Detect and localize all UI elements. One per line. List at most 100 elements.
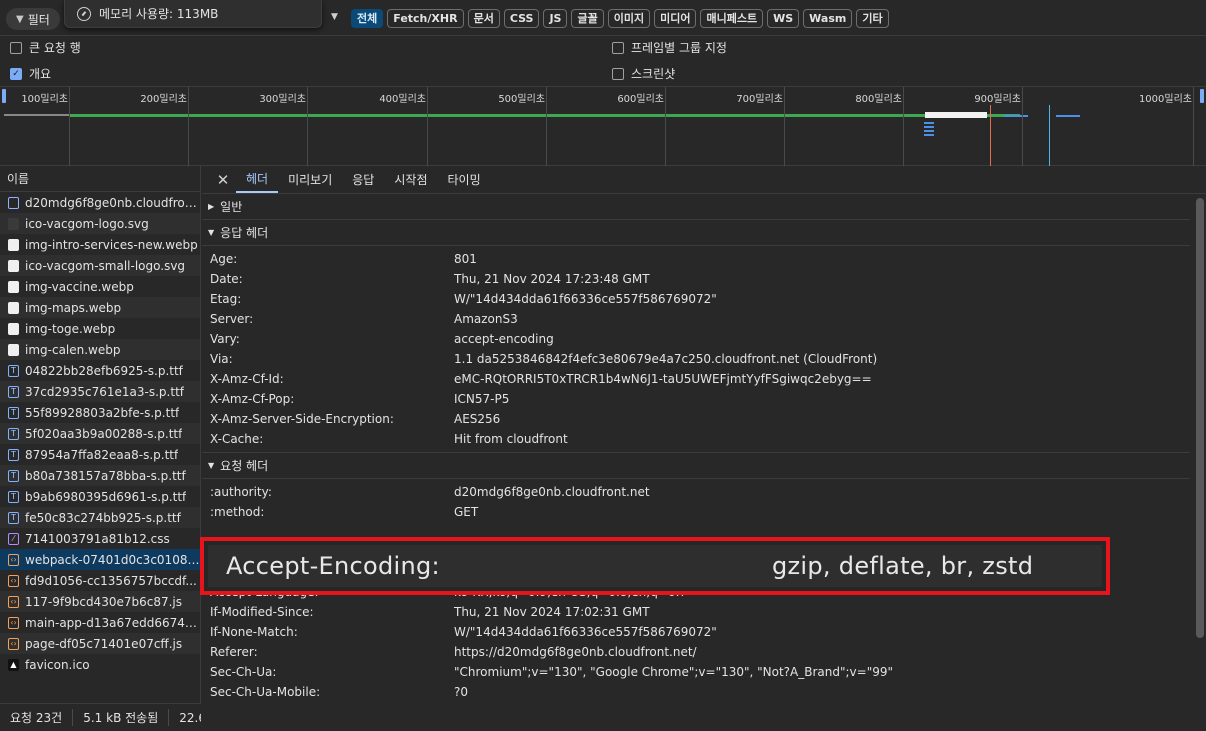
filter-chip[interactable]: Fetch/XHR — [387, 9, 464, 28]
filter-chip[interactable]: 글꼴 — [571, 9, 604, 28]
header-name: :method: — [210, 505, 265, 519]
header-value: AmazonS3 — [454, 312, 518, 326]
request-count: 요청 23건 — [0, 709, 74, 726]
request-row[interactable]: img-toge.webp — [0, 318, 200, 339]
request-row[interactable]: d20mdg6f8ge0nb.cloudfront.net — [0, 192, 200, 213]
filter-chip[interactable]: 기타 — [856, 9, 889, 28]
request-headers-section-header[interactable]: ▼ 요청 헤더 — [202, 453, 1190, 479]
request-row[interactable]: T 87954a7ffa82eaa8-s.p.ttf — [0, 444, 200, 465]
timeline-gridline — [1193, 87, 1194, 167]
filter-toolbar: ▼ 필터 메모리 사용량: 113MB ▼ 전체 Fetch/XHR 문서 CSS JS… — [0, 0, 1206, 36]
request-row[interactable]: img-vaccine.webp — [0, 276, 200, 297]
request-name: 5f020aa3b9a00288-s.p.ttf — [25, 426, 183, 441]
request-name: img-calen.webp — [25, 342, 121, 357]
filter-chip[interactable]: 미디어 — [654, 9, 697, 28]
header-value: 1.1 da5253846842f4efc3e80679e4a7c250.clo… — [454, 352, 878, 366]
large-rows-checkbox[interactable] — [10, 41, 22, 54]
detail-tab[interactable]: 타이밍 — [437, 166, 490, 193]
screenshot-checkbox[interactable] — [612, 67, 624, 80]
css-icon: ⁄ — [8, 532, 19, 545]
request-row[interactable]: T 04822bb28efb6925-s.p.ttf — [0, 360, 200, 381]
memory-usage-popup: 메모리 사용량: 113MB — [64, 0, 322, 28]
detail-tab[interactable]: 미리보기 — [278, 166, 342, 193]
request-row[interactable]: ico-vacgom-small-logo.svg — [0, 255, 200, 276]
overview-left-handle[interactable] — [2, 89, 6, 103]
request-name: b9ab6980395d6961-s.p.ttf — [25, 489, 187, 504]
timeline-gridline — [546, 87, 547, 167]
header-name: Age: — [210, 252, 238, 266]
highlight-header-value: gzip, deflate, br, zstd — [772, 552, 1034, 580]
request-detail-pane: ✕ 헤더 미리보기 응답 시작점 타이밍 ▶ 일반 ▼ 응답 헤더 Age: 801 Dat… — [202, 166, 1206, 731]
overview-option[interactable]: ✓ 개요 — [10, 65, 51, 82]
request-row[interactable]: Tb9ab6980395d6961-s.p.ttf — [0, 486, 200, 507]
network-overview-timeline[interactable]: 100밀리초 200밀리초 300밀리초 400밀리초 500밀리초 600밀리초 700밀… — [0, 86, 1206, 167]
request-name: 04822bb28efb6925-s.p.ttf — [25, 363, 183, 378]
response-headers-section-header[interactable]: ▼ 응답 헤더 — [202, 220, 1190, 246]
request-row[interactable]: ico-vacgom-logo.svg — [0, 213, 200, 234]
request-row[interactable]: ‹› main-app-d13a67edd66740... — [0, 612, 200, 633]
timeline-tick-label: 800밀리초 — [855, 94, 902, 105]
favicon-icon: ▲ — [8, 658, 19, 671]
resource-type-filters: 전체 Fetch/XHR 문서 CSS JS 글꼴 이미지 미디어 매니페스트 WS Wasm 기타 — [351, 9, 889, 28]
request-row[interactable]: T 37cd2935c761e1a3-s.p.ttf — [0, 381, 200, 402]
overview-bar-tail — [1056, 115, 1080, 117]
request-row[interactable]: img-intro-services-new.webp — [0, 234, 200, 255]
overview-right-handle[interactable] — [1200, 89, 1204, 103]
filter-button[interactable]: ▼ 필터 — [6, 8, 60, 30]
group-by-frame-checkbox[interactable] — [612, 41, 624, 54]
request-row[interactable]: ▲ favicon.ico — [0, 654, 200, 675]
request-name: fe50c83c274bb925-s.p.ttf — [25, 510, 181, 525]
request-name: img-maps.webp — [25, 300, 122, 315]
name-column-header[interactable]: 이름 — [0, 166, 200, 192]
large-rows-label: 큰 요청 행 — [29, 41, 81, 55]
group-by-frame-option[interactable]: 프레임별 그룹 지정 — [612, 39, 727, 56]
close-icon[interactable]: ✕ — [210, 166, 236, 193]
filter-chip[interactable]: WS — [767, 9, 800, 28]
screenshot-option[interactable]: 스크린샷 — [612, 65, 675, 82]
request-row[interactable]: img-calen.webp — [0, 339, 200, 360]
header-name: Sec-Ch-Ua: — [210, 665, 277, 679]
chevron-down-icon[interactable]: ▼ — [331, 12, 338, 22]
request-name: 55f89928803a2bfe-s.p.ttf — [25, 405, 180, 420]
request-row[interactable]: img-maps.webp — [0, 297, 200, 318]
request-row[interactable]: ⁄ 7141003791a81b12.css — [0, 528, 200, 549]
filter-chip[interactable]: 매니페스트 — [700, 9, 764, 28]
detail-tab[interactable]: 시작점 — [384, 166, 437, 193]
timeline-tick-label: 1000밀리초 — [1138, 94, 1192, 105]
header-name: If-None-Match: — [210, 625, 298, 639]
request-name: favicon.ico — [25, 657, 90, 672]
request-row[interactable]: ‹› page-df05c71401e07cff.js — [0, 633, 200, 654]
highlight-header-name: Accept-Encoding: — [226, 552, 440, 580]
request-row[interactable]: T 5f020aa3b9a00288-s.p.ttf — [0, 423, 200, 444]
font-icon: T — [8, 364, 19, 377]
general-section-header[interactable]: ▶ 일반 — [202, 194, 1190, 220]
filter-chip[interactable]: JS — [543, 9, 568, 28]
request-row[interactable]: Tb80a738157a78bba-s.p.ttf — [0, 465, 200, 486]
filter-chip[interactable]: Wasm — [803, 9, 853, 28]
filter-chip[interactable]: 문서 — [467, 9, 500, 28]
overview-checkbox[interactable]: ✓ — [10, 67, 22, 80]
timeline-tick-label: 500밀리초 — [498, 94, 545, 105]
detail-tab[interactable]: 헤더 — [236, 166, 279, 193]
detail-tab[interactable]: 응답 — [342, 166, 384, 193]
request-row[interactable]: ‹› fd9d1056-cc1356757bccdf... — [0, 570, 200, 591]
image-icon — [8, 280, 19, 293]
request-row[interactable]: ‹› webpack-07401d0c3c01085... — [0, 549, 200, 570]
overview-bar-tail — [1004, 115, 1028, 117]
filter-chip[interactable]: 이미지 — [607, 9, 651, 28]
font-icon: T — [8, 490, 19, 503]
request-headers-list-top: :authority: d20mdg6f8ge0nb.cloudfront.net… — [202, 479, 1206, 522]
large-rows-option[interactable]: 큰 요청 행 — [10, 39, 81, 56]
document-icon — [8, 196, 19, 209]
request-row[interactable]: ‹› 117-9f9bcd430e7b6c87.js — [0, 591, 200, 612]
font-icon: T — [8, 469, 19, 482]
request-row[interactable]: Tfe50c83c274bb925-s.p.ttf — [0, 507, 200, 528]
request-row[interactable]: T 55f89928803a2bfe-s.p.ttf — [0, 402, 200, 423]
script-icon: ‹› — [8, 553, 19, 566]
request-name: img-vaccine.webp — [25, 279, 134, 294]
detail-scrollbar[interactable] — [1196, 198, 1204, 638]
filter-chip[interactable]: 전체 — [351, 9, 384, 28]
header-name: X-Amz-Server-Side-Encryption: — [210, 412, 394, 426]
header-row: If-None-Match: W/"14d434dda61f66336ce557f… — [202, 622, 1190, 642]
filter-chip[interactable]: CSS — [503, 9, 540, 28]
